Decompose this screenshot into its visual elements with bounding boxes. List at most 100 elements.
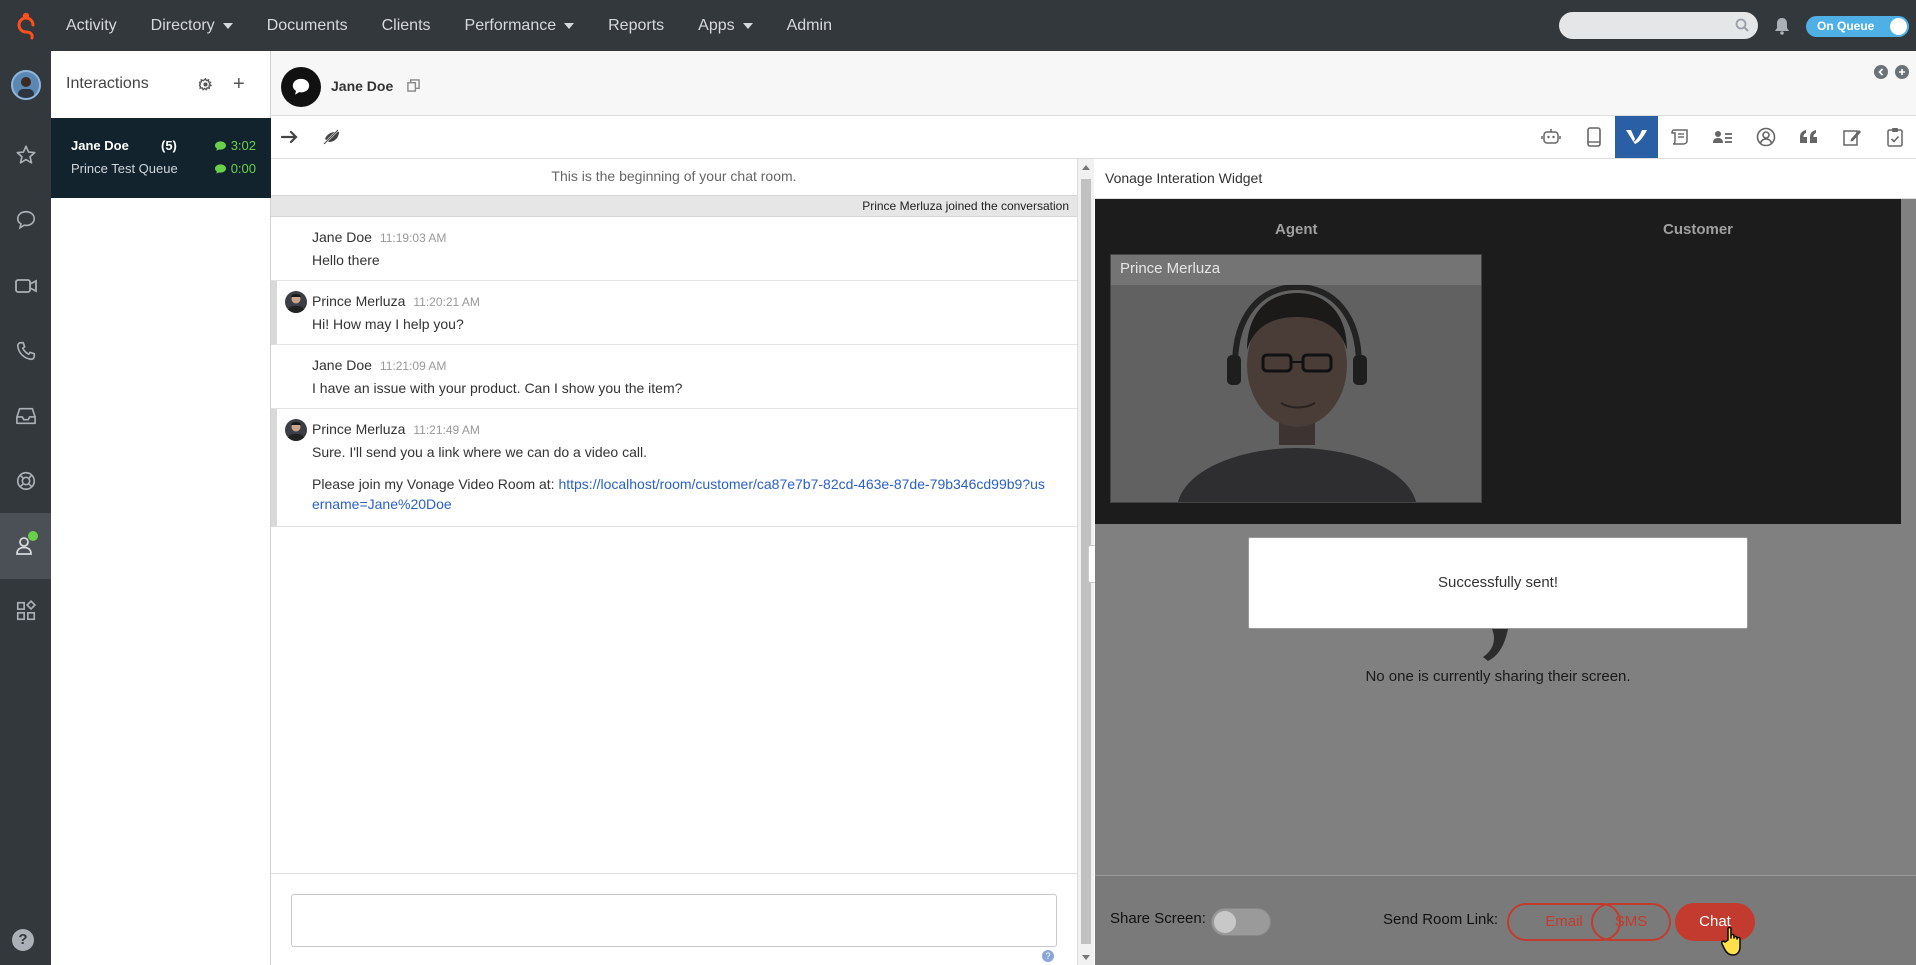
nav-item-apps[interactable]: Apps xyxy=(684,0,772,51)
interaction-queue: Prince Test Queue xyxy=(71,161,178,176)
timer-chat: 3:02 xyxy=(214,138,256,153)
search-icon xyxy=(1735,18,1749,32)
nav-item-clients[interactable]: Clients xyxy=(368,0,451,51)
formatting-help-icon[interactable]: ? xyxy=(1042,950,1054,962)
chat-input[interactable] xyxy=(291,894,1057,947)
favorites-star-icon[interactable] xyxy=(0,125,51,185)
main-nav: Activity Directory Documents Clients Perform… xyxy=(51,0,852,51)
send-room-link-label: Send Room Link: xyxy=(1383,911,1499,928)
on-queue-label: On Queue xyxy=(1817,19,1875,33)
nav-item-documents[interactable]: Documents xyxy=(253,0,368,51)
on-queue-toggle[interactable]: On Queue xyxy=(1806,16,1909,37)
user-circle-icon[interactable] xyxy=(1744,116,1787,158)
nav-item-label: Activity xyxy=(66,16,117,34)
nav-item-label: Performance xyxy=(464,16,557,34)
add-interaction-button[interactable]: + xyxy=(233,74,245,94)
nav-item-label: Apps xyxy=(698,16,735,34)
apps-icon[interactable] xyxy=(0,581,51,641)
toggle-knob xyxy=(1890,18,1907,35)
widget-title: Vonage Interation Widget xyxy=(1095,159,1916,199)
sms-button[interactable]: SMS xyxy=(1591,903,1671,941)
agent-label: Agent xyxy=(1275,221,1318,238)
interaction-card[interactable]: Jane Doe (5) Prince Test Queue 3:02 0:00 xyxy=(51,118,271,198)
script-icon[interactable] xyxy=(1658,116,1701,158)
share-screen-toggle[interactable] xyxy=(1211,908,1271,936)
scroll-down-arrow[interactable] xyxy=(1082,955,1090,960)
phone-icon[interactable] xyxy=(0,321,51,381)
nav-item-reports[interactable]: Reports xyxy=(594,0,684,51)
scroll-up-arrow[interactable] xyxy=(1082,165,1090,170)
agent-video-feed: Prince Merluza xyxy=(1110,254,1482,503)
toolbar-left xyxy=(281,129,341,145)
chat-type-icon xyxy=(281,67,321,107)
nav-item-activity[interactable]: Activity xyxy=(51,0,137,51)
conversation-header: Jane Doe xyxy=(271,51,1916,116)
clipboard-icon[interactable] xyxy=(1873,116,1916,158)
conversation-name: Jane Doe xyxy=(331,78,394,94)
search-input[interactable] xyxy=(1559,12,1758,39)
message-text: Sure. I'll send you a link where we can … xyxy=(312,444,647,460)
chevron-down-icon xyxy=(222,22,233,29)
user-avatar[interactable] xyxy=(0,55,51,115)
transfer-arrow-icon[interactable] xyxy=(281,129,299,145)
message-list: Jane Doe 11:19:03 AM Hello there Prince Mer… xyxy=(271,217,1077,527)
widget-actions-bar: Share Screen: Send Room Link: Email SMS … xyxy=(1095,875,1916,965)
nav-item-performance[interactable]: Performance xyxy=(451,0,595,51)
notifications-bell-icon[interactable] xyxy=(1774,17,1790,35)
inbox-icon[interactable] xyxy=(0,386,51,446)
nav-item-label: Documents xyxy=(266,16,348,34)
nav-item-label: Reports xyxy=(608,16,665,34)
chat-message: Prince Merluza 11:20:21 AM Hi! How may I h… xyxy=(271,281,1077,345)
message-author: Jane Doe xyxy=(312,229,372,245)
interaction-name: Jane Doe xyxy=(71,138,129,153)
collapse-icon[interactable] xyxy=(1874,65,1888,79)
message-text: Please join my Vonage Video Room at: htt… xyxy=(312,474,1077,514)
tablet-icon[interactable] xyxy=(1572,116,1615,158)
copy-icon[interactable] xyxy=(407,79,420,92)
gear-icon[interactable] xyxy=(199,78,212,91)
chat-bubble-icon xyxy=(214,140,226,151)
edit-icon[interactable] xyxy=(1830,116,1873,158)
video-area: Agent Customer Prince Merluza xyxy=(1095,199,1901,524)
interactions-title: Interactions xyxy=(66,74,149,92)
timer-chat-value: 3:02 xyxy=(230,138,256,153)
help-icon[interactable]: ? xyxy=(12,929,34,951)
conversation-toolbar xyxy=(271,116,1916,159)
message-author: Prince Merluza xyxy=(312,293,406,309)
nav-item-directory[interactable]: Directory xyxy=(137,0,253,51)
screen-share-note: No one is currently sharing their screen… xyxy=(1365,668,1631,685)
interactions-panel: Interactions + Jane Doe (5) Prince Test … xyxy=(51,51,271,965)
chat-icon[interactable] xyxy=(0,190,51,250)
message-text-prefix: Please join my Vonage Video Room at: xyxy=(312,476,559,492)
agent-avatar xyxy=(285,291,307,313)
lifebuoy-icon[interactable] xyxy=(0,451,51,511)
expand-icon[interactable] xyxy=(1895,65,1909,79)
nav-item-label: Directory xyxy=(150,16,215,34)
vonage-widget: Vonage Interation Widget Agent Customer … xyxy=(1095,159,1916,965)
quote-icon[interactable] xyxy=(1787,116,1830,158)
chat-message: Jane Doe 11:21:09 AM I have an issue with … xyxy=(271,345,1077,409)
timer-queue-value: 0:00 xyxy=(230,161,256,176)
bot-icon[interactable] xyxy=(1529,116,1572,158)
message-time: 11:21:49 AM xyxy=(413,423,480,437)
message-author: Jane Doe xyxy=(312,357,372,373)
success-toast: Successfully sent! xyxy=(1248,537,1748,629)
vonage-icon[interactable] xyxy=(1615,116,1658,158)
chat-pane: This is the beginning of your chat room.… xyxy=(271,159,1078,965)
secure-pause-icon[interactable] xyxy=(323,129,341,145)
window-controls xyxy=(1874,65,1909,79)
top-bar: Activity Directory Documents Clients Perform… xyxy=(0,0,1916,51)
left-rail xyxy=(0,51,51,965)
contact-card-icon[interactable] xyxy=(1701,116,1744,158)
message-text: Hi! How may I help you? xyxy=(312,316,464,332)
chevron-down-icon xyxy=(564,22,575,29)
agent-status-icon[interactable] xyxy=(0,513,51,579)
timer-queue: 0:00 xyxy=(214,161,256,176)
agent-video-image xyxy=(1111,255,1481,502)
chat-bubble-icon xyxy=(214,163,226,174)
message-time: 11:21:09 AM xyxy=(379,359,447,373)
video-icon[interactable] xyxy=(0,256,51,316)
genesys-logo-icon[interactable] xyxy=(0,0,51,51)
nav-item-admin[interactable]: Admin xyxy=(773,0,852,51)
message-author: Prince Merluza xyxy=(312,421,406,437)
